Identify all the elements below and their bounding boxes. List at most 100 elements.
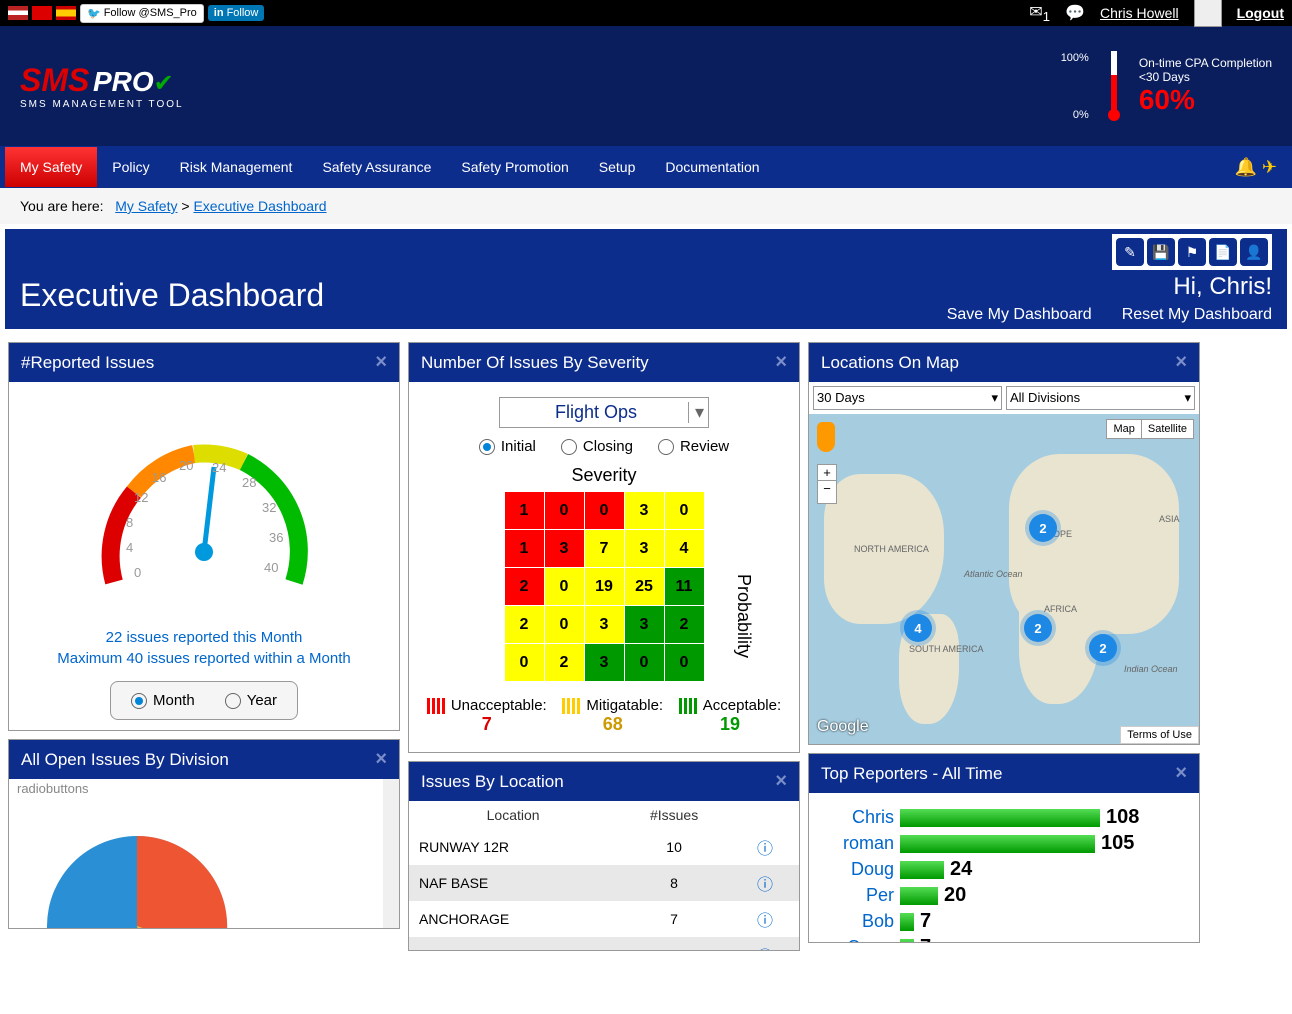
widget-severity: Number Of Issues By Severity× Flight Ops… (408, 342, 800, 753)
matrix-cell[interactable]: 2 (664, 606, 704, 644)
matrix-cell[interactable]: 25 (624, 568, 664, 606)
close-icon[interactable]: × (1175, 762, 1187, 785)
bell-icon[interactable]: 🔔 (1234, 157, 1256, 178)
info-icon[interactable]: ⓘ (757, 949, 773, 951)
matrix-cell[interactable]: 3 (624, 606, 664, 644)
table-row: NAF BASE8ⓘ (409, 865, 799, 901)
reporter-row: Chris108 (819, 806, 1189, 829)
matrix-cell[interactable]: 3 (584, 644, 624, 682)
reporter-row: Crazy7 (819, 936, 1189, 943)
breadcrumb-l1[interactable]: My Safety (115, 198, 177, 214)
matrix-cell[interactable]: 1 (504, 530, 544, 568)
nav-item-documentation[interactable]: Documentation (650, 147, 774, 187)
matrix-cell[interactable]: 0 (504, 644, 544, 682)
matrix-cell[interactable]: 0 (664, 492, 704, 530)
matrix-cell[interactable]: 0 (544, 492, 584, 530)
flag-cn-icon[interactable] (32, 6, 52, 20)
map-pin[interactable]: 4 (904, 614, 932, 642)
flag-es-icon[interactable] (56, 6, 76, 20)
flag-icon[interactable]: ⚑ (1178, 238, 1206, 266)
matrix-cell[interactable]: 0 (584, 492, 624, 530)
table-row: ANCHORAGE7ⓘ (409, 901, 799, 937)
terms-link[interactable]: Terms of Use (1120, 726, 1199, 744)
gauge-chart: 0 4 8 12 16 20 24 28 32 36 40 (64, 402, 344, 622)
close-icon[interactable]: × (775, 770, 787, 793)
avatar[interactable] (1194, 0, 1222, 27)
reporter-row: Per20 (819, 884, 1189, 907)
matrix-cell[interactable]: 2 (544, 644, 584, 682)
radio-month[interactable]: Month (131, 692, 195, 709)
map-period-select[interactable]: 30 Days▾ (813, 386, 1002, 410)
username-link[interactable]: Chris Howell (1100, 5, 1179, 21)
nav-item-my-safety[interactable]: My Safety (5, 147, 97, 187)
map-division-select[interactable]: All Divisions▾ (1006, 386, 1195, 410)
logout-link[interactable]: Logout (1237, 5, 1284, 21)
radio-closing[interactable]: Closing (561, 438, 633, 455)
info-icon[interactable]: ⓘ (757, 913, 773, 930)
linkedin-follow-button[interactable]: in Follow (208, 5, 265, 21)
save-dashboard-button[interactable]: Save My Dashboard (947, 306, 1092, 324)
main-nav: My SafetyPolicyRisk ManagementSafety Ass… (0, 146, 1292, 188)
widget-title: Top Reporters - All Time (821, 764, 1002, 784)
matrix-cell[interactable]: 0 (544, 606, 584, 644)
radio-review[interactable]: Review (658, 438, 729, 455)
close-icon[interactable]: × (1175, 351, 1187, 374)
svg-text:16: 16 (152, 470, 166, 485)
kpi-subtitle: <30 Days (1139, 70, 1272, 84)
nav-item-setup[interactable]: Setup (584, 147, 651, 187)
map-type-toggle[interactable]: MapSatellite (1106, 419, 1194, 439)
edit-icon[interactable]: ✎ (1116, 238, 1144, 266)
nav-item-safety-promotion[interactable]: Safety Promotion (446, 147, 583, 187)
legend-unacceptable: Unacceptable: (451, 697, 547, 714)
zoom-control[interactable]: +− (817, 464, 837, 504)
radio-initial[interactable]: Initial (479, 438, 536, 455)
widget-map: Locations On Map× 30 Days▾ All Divisions… (808, 342, 1200, 745)
matrix-cell[interactable]: 7 (584, 530, 624, 568)
matrix-cell[interactable]: 3 (624, 530, 664, 568)
plane-icon[interactable]: ✈ (1262, 157, 1277, 178)
matrix-cell[interactable]: 3 (544, 530, 584, 568)
map-pin[interactable]: 2 (1024, 614, 1052, 642)
world-map[interactable]: NORTH AMERICA SOUTH AMERICA EUROPE AFRIC… (809, 414, 1199, 744)
matrix-cell[interactable]: 1 (504, 492, 544, 530)
matrix-cell[interactable]: 11 (664, 568, 704, 606)
chat-icon[interactable]: 💬 (1065, 3, 1085, 23)
division-select[interactable]: Flight Ops ▾ (499, 397, 709, 428)
matrix-cell[interactable]: 0 (664, 644, 704, 682)
matrix-cell[interactable]: 3 (624, 492, 664, 530)
breadcrumb-l2[interactable]: Executive Dashboard (193, 198, 326, 214)
info-icon[interactable]: ⓘ (757, 877, 773, 894)
mail-icon[interactable]: ✉1 (1029, 2, 1050, 24)
matrix-cell[interactable]: 3 (584, 606, 624, 644)
pegman-icon[interactable] (817, 422, 835, 452)
svg-text:12: 12 (134, 490, 148, 505)
matrix-cell[interactable]: 4 (664, 530, 704, 568)
banner: SMS PRO✔ SMS MANAGEMENT TOOL 100%0% On-t… (0, 26, 1292, 146)
close-icon[interactable]: × (775, 351, 787, 374)
doc-icon[interactable]: 📄 (1209, 238, 1237, 266)
close-icon[interactable]: × (375, 748, 387, 771)
info-icon[interactable]: ⓘ (757, 841, 773, 858)
map-pin[interactable]: 2 (1089, 634, 1117, 662)
user-icon[interactable]: 👤 (1240, 238, 1268, 266)
matrix-cell[interactable]: 2 (504, 606, 544, 644)
scrollbar[interactable] (383, 779, 399, 929)
matrix-cell[interactable]: 0 (544, 568, 584, 606)
flag-us-icon[interactable] (8, 6, 28, 20)
table-row: CP6ⓘ (409, 937, 799, 951)
nav-item-risk-management[interactable]: Risk Management (165, 147, 308, 187)
twitter-follow-button[interactable]: 🐦Follow @SMS_Pro (80, 4, 204, 23)
map-pin[interactable]: 2 (1029, 514, 1057, 542)
close-icon[interactable]: × (375, 351, 387, 374)
legend-acceptable: Acceptable: (703, 697, 781, 714)
save-icon[interactable]: 💾 (1147, 238, 1175, 266)
radiobuttons-label: radiobuttons (17, 781, 391, 796)
matrix-cell[interactable]: 0 (624, 644, 664, 682)
matrix-cell[interactable]: 2 (504, 568, 544, 606)
nav-item-policy[interactable]: Policy (97, 147, 164, 187)
reset-dashboard-button[interactable]: Reset My Dashboard (1122, 306, 1272, 324)
matrix-cell[interactable]: 19 (584, 568, 624, 606)
nav-item-safety-assurance[interactable]: Safety Assurance (307, 147, 446, 187)
svg-text:40: 40 (264, 560, 278, 575)
radio-year[interactable]: Year (225, 692, 277, 709)
